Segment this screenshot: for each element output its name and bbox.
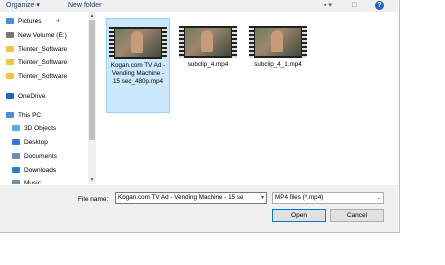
cloud-icon: [6, 93, 14, 99]
video-thumbnail: [179, 26, 237, 58]
nav-item-label: Music: [24, 180, 41, 184]
nav-item[interactable]: Downloads: [12, 165, 96, 176]
file-type-value: MP4 files (*.mp4): [275, 194, 324, 201]
nav-item-label: Documents: [24, 153, 57, 160]
file-item[interactable]: Kogan.com TV Ad - Vending Machine - 15 s…: [106, 18, 170, 113]
nav-item[interactable]: Documents: [12, 151, 96, 162]
pictures-icon: [6, 18, 14, 24]
file-type-select[interactable]: MP4 files (*.mp4) ⌄: [272, 192, 384, 204]
cancel-button[interactable]: Cancel: [330, 209, 384, 222]
music-icon: [12, 180, 20, 184]
scroll-up-arrow-icon[interactable]: ▲: [88, 13, 96, 19]
nav-item[interactable]: Tkinter_Software: [6, 57, 90, 68]
file-name: Kogan.com TV Ad - Vending Machine - 15 s…: [110, 62, 166, 85]
nav-item[interactable]: 3D Objects: [12, 123, 96, 134]
nav-item-label: Tkinter_Software: [18, 46, 68, 53]
view-options-icon[interactable]: ▪ ▾: [324, 1, 332, 10]
file-name-input[interactable]: Kogan.com TV Ad - Vending Machine - 15 s…: [115, 192, 267, 204]
nav-item[interactable]: OneDrive: [6, 91, 90, 102]
open-button[interactable]: Open: [272, 209, 326, 222]
nav-item[interactable]: Desktop: [12, 137, 96, 148]
navigation-pane: Pictures ✈ New Volume (E:) Tkinter_Software…: [0, 12, 96, 184]
chevron-down-icon: ⌄: [376, 195, 381, 201]
documents-icon: [12, 153, 20, 159]
nav-item[interactable]: Tkinter_Software: [6, 71, 90, 82]
dialog-footer: File name: Kogan.com TV Ad - Vending Mac…: [0, 185, 398, 232]
video-thumbnail: [109, 27, 167, 59]
folder-icon: [6, 59, 14, 65]
chevron-down-icon[interactable]: ▼: [260, 193, 265, 203]
nav-item-label: New Volume (E:): [18, 32, 67, 39]
organize-button[interactable]: Organize ▾: [6, 0, 40, 11]
nav-scrollbar[interactable]: ▲ ▼: [88, 12, 96, 184]
file-name-label: File name:: [78, 196, 109, 203]
new-folder-button[interactable]: New folder: [68, 0, 101, 11]
nav-item[interactable]: New Volume (E:): [6, 30, 90, 41]
downloads-icon: [12, 167, 20, 173]
nav-item-label: OneDrive: [18, 93, 46, 100]
file-name: subclip_4.mp4: [187, 61, 229, 68]
desktop-icon: [12, 139, 20, 145]
nav-item-label: 3D Objects: [24, 125, 57, 132]
nav-item[interactable]: Pictures ✈: [6, 16, 90, 27]
file-open-dialog: Organize ▾ New folder ▪ ▾ □ ? Pictures ✈ N…: [0, 0, 400, 233]
nav-item-label: Pictures: [18, 18, 42, 25]
file-list: Kogan.com TV Ad - Vending Machine - 15 s…: [98, 12, 398, 184]
nav-item[interactable]: This PC: [6, 110, 90, 121]
nav-item-label: This PC: [18, 112, 42, 119]
pin-icon: ✈: [55, 18, 61, 25]
toolbar: Organize ▾ New folder ▪ ▾ □ ?: [0, 0, 398, 12]
help-icon[interactable]: ?: [375, 1, 384, 10]
scrollbar-thumb[interactable]: [89, 20, 95, 140]
preview-pane-icon[interactable]: □: [352, 1, 356, 10]
nav-item-label: Desktop: [24, 139, 48, 146]
file-name-value: Kogan.com TV Ad - Vending Machine - 15 s…: [118, 194, 244, 201]
folder-icon: [6, 46, 14, 52]
video-thumbnail: [249, 26, 307, 58]
folder-icon: [6, 73, 14, 79]
file-name: subclip_4_1.mp4: [254, 61, 302, 68]
drive-icon: [6, 32, 14, 38]
computer-icon: [6, 112, 14, 118]
cube-icon: [12, 125, 20, 131]
file-item[interactable]: subclip_4_1.mp4: [246, 18, 310, 69]
nav-item-label: Downloads: [24, 167, 57, 174]
nav-item[interactable]: Tkinter_Software: [6, 44, 90, 55]
nav-item-label: Tkinter_Software: [18, 59, 68, 66]
nav-item[interactable]: Music: [12, 178, 96, 184]
scroll-down-arrow-icon[interactable]: ▼: [88, 177, 96, 183]
file-item[interactable]: subclip_4.mp4: [176, 18, 240, 69]
nav-item-label: Tkinter_Software: [18, 73, 68, 80]
